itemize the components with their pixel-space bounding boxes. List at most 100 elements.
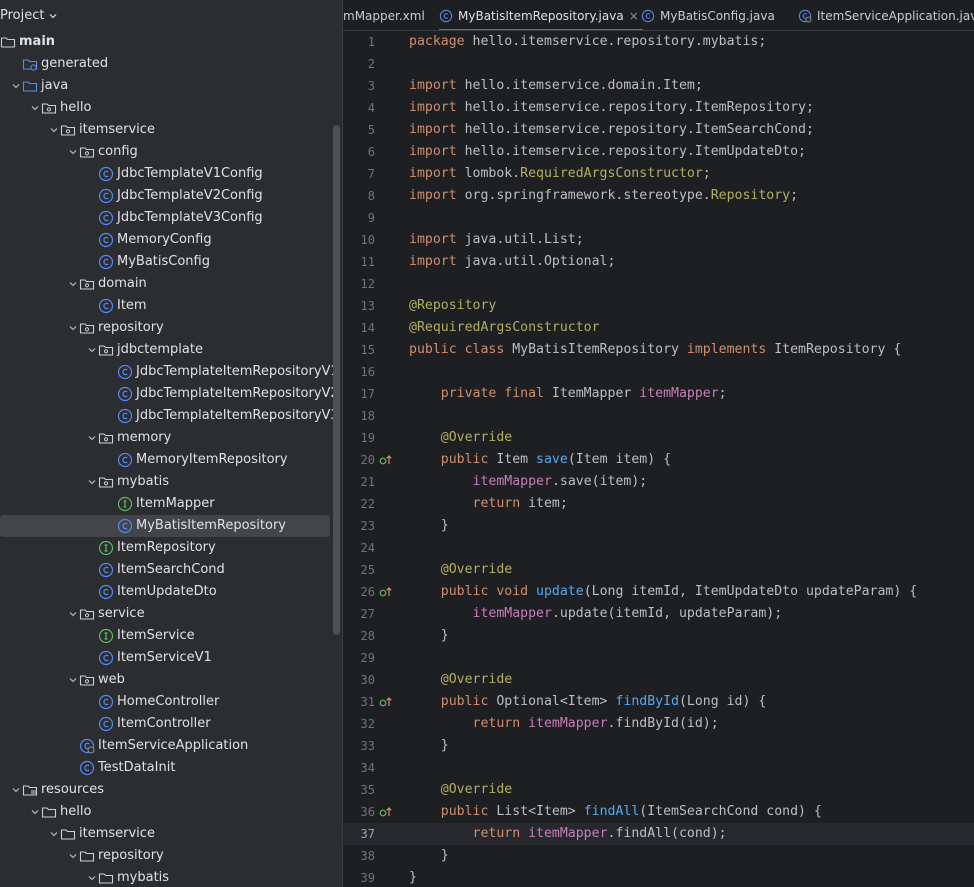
tree-item-itemsearchcond[interactable]: ItemSearchCond xyxy=(0,559,342,581)
line-number: 30 xyxy=(360,673,375,687)
tree-item-memory[interactable]: memory xyxy=(0,427,342,449)
code-area[interactable]: package hello.itemservice.repository.myb… xyxy=(409,31,974,887)
code-token: update xyxy=(536,584,584,599)
tree-item-homecontroller[interactable]: HomeController xyxy=(0,691,342,713)
tree-item-jdbctemplateitemrepositoryv3[interactable]: JdbcTemplateItemRepositoryV3 xyxy=(0,405,342,427)
tree-item-itemcontroller[interactable]: ItemController xyxy=(0,713,342,735)
chevron-down-icon[interactable] xyxy=(29,806,41,818)
tree-item-jdbctemplatev2config[interactable]: JdbcTemplateV2Config xyxy=(0,185,342,207)
tree-item-mybatisconfig[interactable]: MyBatisConfig xyxy=(0,251,342,273)
folder-icon xyxy=(60,826,76,842)
tree-item-memoryconfig[interactable]: MemoryConfig xyxy=(0,229,342,251)
editor-gutter[interactable]: 1 2 3 4 5 6 7 8 9 10 11 12 13 14 15 16 17 18 19 20 21 22 23 24 2… xyxy=(343,31,407,887)
code-token: return xyxy=(472,716,529,731)
tree-item-itemservice[interactable]: itemservice xyxy=(0,119,342,141)
editor-tab-1[interactable]: MyBatisItemRepository.java × xyxy=(439,0,643,30)
tree-item-jdbctemplateitemrepositoryv1[interactable]: JdbcTemplateItemRepositoryV1 xyxy=(0,361,342,383)
tree-item-main[interactable]: main xyxy=(0,31,342,53)
chevron-down-icon[interactable] xyxy=(48,11,58,21)
tree-scrollbar[interactable] xyxy=(333,125,340,635)
chevron-down-icon[interactable] xyxy=(10,80,22,92)
chevron-down-icon[interactable] xyxy=(86,344,98,356)
code-token: item; xyxy=(528,496,568,511)
code-token: findById xyxy=(615,694,679,709)
tree-item-domain[interactable]: domain xyxy=(0,273,342,295)
tree-item-jdbctemplatev3config[interactable]: JdbcTemplateV3Config xyxy=(0,207,342,229)
chevron-down-icon[interactable] xyxy=(86,432,98,444)
code-token: .findById(id); xyxy=(607,716,719,731)
code-token: import xyxy=(409,232,465,247)
editor-tab-3[interactable]: ItemServiceApplication.java xyxy=(798,0,974,30)
tree-item-resources[interactable]: resources xyxy=(0,779,342,801)
tree-item-service[interactable]: service xyxy=(0,603,342,625)
tree-item-item[interactable]: Item xyxy=(0,295,342,317)
tree-item-java[interactable]: java xyxy=(0,75,342,97)
editor-tab-2[interactable]: MyBatisConfig.java xyxy=(641,0,775,30)
code-token: .save(item); xyxy=(551,474,648,489)
line-number: 23 xyxy=(360,519,375,533)
code-token: public xyxy=(440,694,497,709)
implements-method-icon[interactable] xyxy=(379,691,395,713)
implements-method-icon[interactable] xyxy=(379,449,395,471)
tree-item-itemservice[interactable]: itemservice xyxy=(0,823,342,845)
chevron-down-icon[interactable] xyxy=(67,278,79,290)
chevron-down-icon[interactable] xyxy=(48,828,60,840)
tree-item-memoryitemrepository[interactable]: MemoryItemRepository xyxy=(0,449,342,471)
package-icon xyxy=(79,144,95,160)
line-number: 32 xyxy=(360,717,375,731)
tree-item-itemserviceapplication[interactable]: ItemServiceApplication xyxy=(0,735,342,757)
tree-item-repository[interactable]: repository xyxy=(0,317,342,339)
chevron-down-icon[interactable] xyxy=(67,674,79,686)
implements-method-icon[interactable] xyxy=(379,581,395,603)
tree-item-label: JdbcTemplateV2Config xyxy=(117,188,263,203)
tree-item-mybatisitemrepository[interactable]: MyBatisItemRepository xyxy=(0,515,330,537)
chevron-down-icon[interactable] xyxy=(67,146,79,158)
tree-item-itemmapper[interactable]: ItemMapper xyxy=(0,493,342,515)
tree-item-jdbctemplatev1config[interactable]: JdbcTemplateV1Config xyxy=(0,163,342,185)
tree-item-hello[interactable]: hello xyxy=(0,97,342,119)
chevron-down-icon[interactable] xyxy=(29,102,41,114)
line-number: 21 xyxy=(360,475,375,489)
tree-item-mybatis[interactable]: mybatis xyxy=(0,867,342,887)
tree-item-itemservicev1[interactable]: ItemServiceV1 xyxy=(0,647,342,669)
code-token: @Override xyxy=(440,562,513,577)
tree-item-mybatis[interactable]: mybatis xyxy=(0,471,342,493)
chevron-down-icon[interactable] xyxy=(86,872,98,884)
tree-item-jdbctemplateitemrepositoryv2[interactable]: JdbcTemplateItemRepositoryV2 xyxy=(0,383,342,405)
code-token: ; xyxy=(718,386,727,401)
implements-method-icon[interactable] xyxy=(379,801,395,823)
tree-item-repository[interactable]: repository xyxy=(0,845,342,867)
chevron-down-icon[interactable] xyxy=(10,784,22,796)
close-icon[interactable]: × xyxy=(629,9,639,23)
tree-item-web[interactable]: web xyxy=(0,669,342,691)
tree-item-itemservice[interactable]: ItemService xyxy=(0,625,342,647)
line-number: 19 xyxy=(360,431,375,445)
tree-item-jdbctemplate[interactable]: jdbctemplate xyxy=(0,339,342,361)
project-header[interactable]: Project xyxy=(0,0,342,31)
chevron-down-icon[interactable] xyxy=(67,322,79,334)
tree-item-itemupdatedto[interactable]: ItemUpdateDto xyxy=(0,581,342,603)
tree-item-testdatainit[interactable]: TestDataInit xyxy=(0,757,342,779)
tree-item-config[interactable]: config xyxy=(0,141,342,163)
code-token: hello.itemservice.repository.ItemSearchC… xyxy=(464,122,814,137)
chevron-down-icon[interactable] xyxy=(67,850,79,862)
chevron-down-icon[interactable] xyxy=(48,124,60,136)
code-line: return itemMapper.findById(id); xyxy=(409,713,719,735)
tree-item-itemrepository[interactable]: ItemRepository xyxy=(0,537,342,559)
chevron-down-icon[interactable] xyxy=(86,476,98,488)
tree-item-hello[interactable]: hello xyxy=(0,801,342,823)
package-icon xyxy=(98,430,114,446)
chevron-down-icon[interactable] xyxy=(67,608,79,620)
line-number: 13 xyxy=(360,299,375,313)
tree-item-label: hello xyxy=(60,804,92,819)
editor-tab-0[interactable]: mMapper.xml xyxy=(343,0,425,30)
tree-item-generated[interactable]: generated xyxy=(0,53,342,75)
editor-tab-bar: mMapper.xml MyBatisItemRepository.java × My… xyxy=(343,0,974,31)
code-line: import java.util.Optional; xyxy=(409,251,615,273)
code-token: save xyxy=(536,452,568,467)
